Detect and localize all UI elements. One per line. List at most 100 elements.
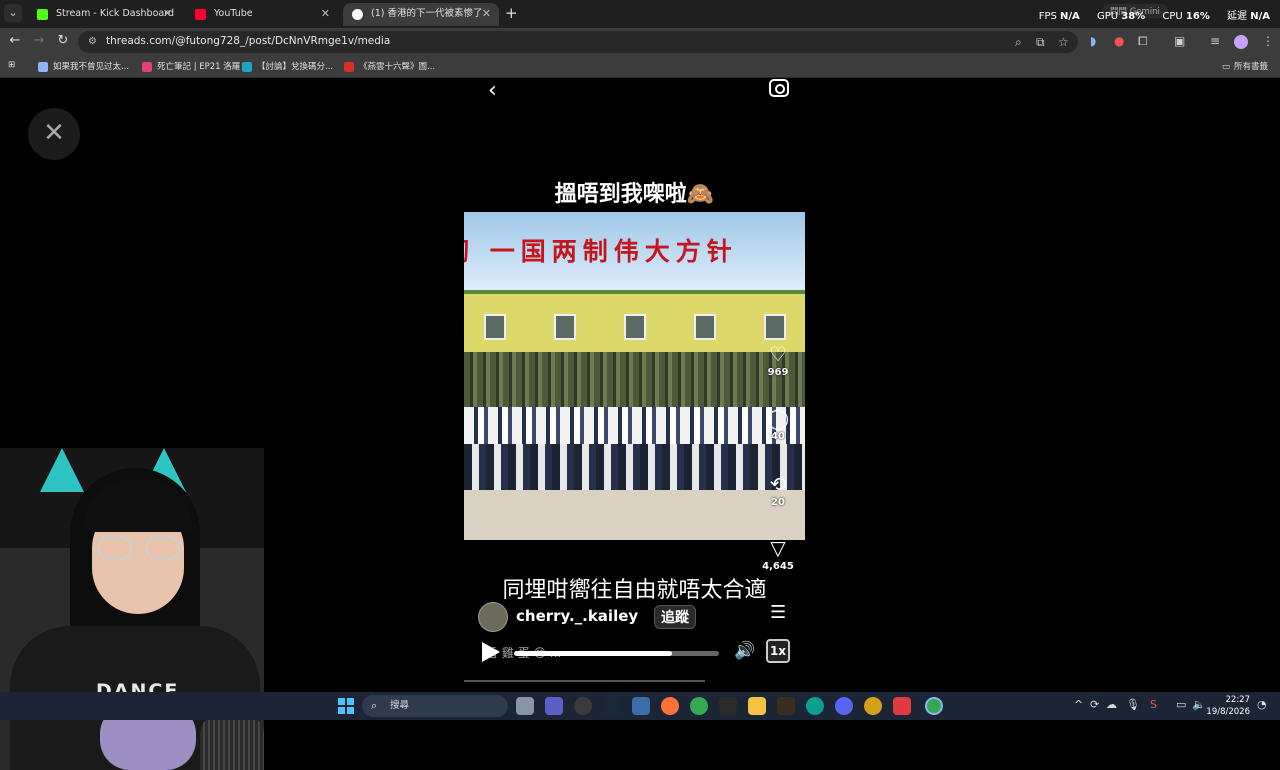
- extension-pokeball-icon[interactable]: ●: [1114, 34, 1124, 48]
- close-tab-icon[interactable]: ✕: [482, 3, 491, 25]
- new-tab-button[interactable]: +: [505, 4, 518, 22]
- instagram-icon[interactable]: [769, 79, 789, 97]
- tray-overflow-icon[interactable]: ^: [1074, 698, 1083, 711]
- notification-icon[interactable]: ◔: [1257, 698, 1267, 711]
- bookmark-item[interactable]: 【討論】兌換碼分...: [242, 60, 333, 72]
- fps-value: N/A: [1060, 11, 1080, 22]
- all-bookmarks-label: 所有書籤: [1234, 62, 1269, 72]
- bookmark-item[interactable]: 死亡筆記 | EP21 洛羅: [142, 60, 240, 72]
- tab-title: (1) 香港的下一代被素惨了: [371, 8, 483, 19]
- file-explorer-icon[interactable]: [748, 697, 766, 715]
- youtube-icon: [195, 9, 206, 20]
- crowd-front-row: [464, 444, 805, 492]
- system-stats-overlay: FPS N/A GPU 38% CPU 16% 延遲 N/A: [1039, 7, 1270, 22]
- bookmark-item[interactable]: 《燕雲十六聲》圖...: [344, 60, 435, 72]
- obs-icon[interactable]: [574, 697, 592, 715]
- globe-icon: [38, 61, 48, 72]
- discord-icon[interactable]: [835, 697, 853, 715]
- threads-icon: [352, 9, 363, 20]
- kick-icon: [37, 9, 48, 20]
- send-icon: ▽: [770, 536, 786, 560]
- tray-cloud-icon[interactable]: ☁: [1106, 698, 1117, 711]
- comment-icon: ◯: [766, 406, 790, 430]
- repost-button[interactable]: ⟲ 20: [760, 474, 796, 508]
- teams-icon[interactable]: [545, 697, 563, 715]
- app-gold-icon[interactable]: [864, 697, 882, 715]
- task-view-icon[interactable]: [516, 697, 534, 715]
- follow-button[interactable]: 追蹤: [654, 605, 696, 629]
- edge-icon[interactable]: [806, 697, 824, 715]
- video-frame[interactable]: 彻 一国两制伟大方针: [464, 212, 805, 540]
- cast-icon[interactable]: ⧉: [1036, 35, 1045, 50]
- app-icon[interactable]: [719, 697, 737, 715]
- bookmark-favicon: [242, 61, 252, 72]
- steam-icon[interactable]: [603, 697, 621, 715]
- video-subtitle: 同埋咁嚮往自由就唔太合適: [502, 578, 767, 603]
- cpu-label: CPU: [1162, 11, 1183, 22]
- bookmark-label: 如果我不曾见过太...: [53, 62, 130, 72]
- extension-translate-icon[interactable]: ◗: [1090, 34, 1096, 48]
- share-button[interactable]: ▽ 4,645: [760, 538, 796, 572]
- apps-icon[interactable]: ⊞: [8, 60, 15, 70]
- building-window: [694, 314, 716, 340]
- close-viewer-button[interactable]: ✕: [28, 108, 80, 160]
- network-icon[interactable]: ▭: [1176, 698, 1186, 711]
- cpu-value: 16%: [1185, 11, 1210, 22]
- app-red-icon[interactable]: [893, 697, 911, 715]
- all-bookmarks[interactable]: ▭ 所有書籤: [1222, 60, 1268, 72]
- tray-mic-icon[interactable]: 🎙: [1126, 698, 1140, 711]
- tab-title: Stream - Kick Dashboard: [56, 8, 174, 19]
- zoom-icon[interactable]: ⌕: [1015, 35, 1022, 50]
- search-icon: ⌕: [371, 699, 378, 712]
- back-icon[interactable]: ←: [6, 33, 24, 48]
- reading-list-icon[interactable]: ≡: [1210, 34, 1220, 48]
- post-divider: [464, 680, 705, 682]
- system-clock[interactable]: 22:27 19/8/2026: [1206, 694, 1250, 718]
- media-control-icon[interactable]: ▣: [1174, 34, 1185, 48]
- tab-search-button[interactable]: ⌄: [4, 4, 22, 22]
- site-info-icon[interactable]: ⚙: [88, 36, 97, 47]
- bookmark-favicon: [344, 61, 354, 72]
- folder-icon: ▭: [1222, 62, 1231, 72]
- chrome-icon[interactable]: [690, 697, 708, 715]
- profile-avatar[interactable]: [1234, 35, 1248, 49]
- taskbar-search[interactable]: ⌕ 搜尋: [362, 695, 508, 717]
- more-menu-icon[interactable]: ☰: [770, 602, 786, 623]
- bookmark-star-icon[interactable]: ☆: [1058, 35, 1069, 49]
- forward-icon[interactable]: →: [30, 33, 48, 48]
- game-icon[interactable]: [777, 697, 795, 715]
- windows-start-icon[interactable]: [338, 698, 354, 714]
- comment-button[interactable]: ◯ 40: [760, 408, 796, 442]
- close-tab-icon[interactable]: ✕: [321, 3, 330, 25]
- tab-kick-dashboard[interactable]: Stream - Kick Dashboard ✕: [28, 3, 180, 26]
- extensions-icon[interactable]: ⧠: [1138, 34, 1148, 49]
- progress-slider[interactable]: [514, 651, 719, 656]
- browser-toolbar: ← → ↻ ⚙ threads.com/@futong728_/post/DcN…: [0, 28, 1280, 56]
- reload-icon[interactable]: ↻: [54, 33, 72, 48]
- comment-count: 40: [771, 431, 785, 442]
- tab-youtube[interactable]: YouTube ✕: [186, 3, 338, 26]
- address-bar[interactable]: ⚙ threads.com/@futong728_/post/DcNnVRmge…: [78, 31, 1078, 53]
- close-tab-icon[interactable]: ✕: [163, 3, 172, 25]
- tray-app-icon[interactable]: S: [1150, 698, 1157, 711]
- username[interactable]: cherry._.kailey: [516, 607, 638, 625]
- share-count: 4,645: [762, 561, 794, 572]
- back-arrow-icon[interactable]: ‹: [488, 78, 497, 103]
- menu-icon[interactable]: ⋮: [1262, 34, 1274, 48]
- gpu-label: GPU: [1096, 11, 1119, 22]
- avatar[interactable]: [478, 602, 508, 632]
- play-icon[interactable]: [482, 642, 500, 662]
- bookmark-favicon: [142, 61, 152, 72]
- building-window: [764, 314, 786, 340]
- url-text[interactable]: threads.com/@futong728_/post/DcNnVRmge1v…: [106, 35, 390, 47]
- like-button[interactable]: ♡ 969: [760, 344, 796, 378]
- tray-sync-icon[interactable]: ⟳: [1090, 698, 1099, 711]
- photos-icon[interactable]: [632, 697, 650, 715]
- playback-speed-button[interactable]: 1x: [766, 639, 790, 663]
- volume-tray-icon[interactable]: 🔈: [1192, 698, 1206, 711]
- chrome-active-icon[interactable]: [925, 697, 943, 715]
- firefox-icon[interactable]: [661, 697, 679, 715]
- volume-icon[interactable]: 🔊: [734, 641, 755, 661]
- bookmark-item[interactable]: 如果我不曾见过太...: [38, 60, 129, 72]
- tab-threads[interactable]: (1) 香港的下一代被素惨了 ✕: [343, 3, 499, 26]
